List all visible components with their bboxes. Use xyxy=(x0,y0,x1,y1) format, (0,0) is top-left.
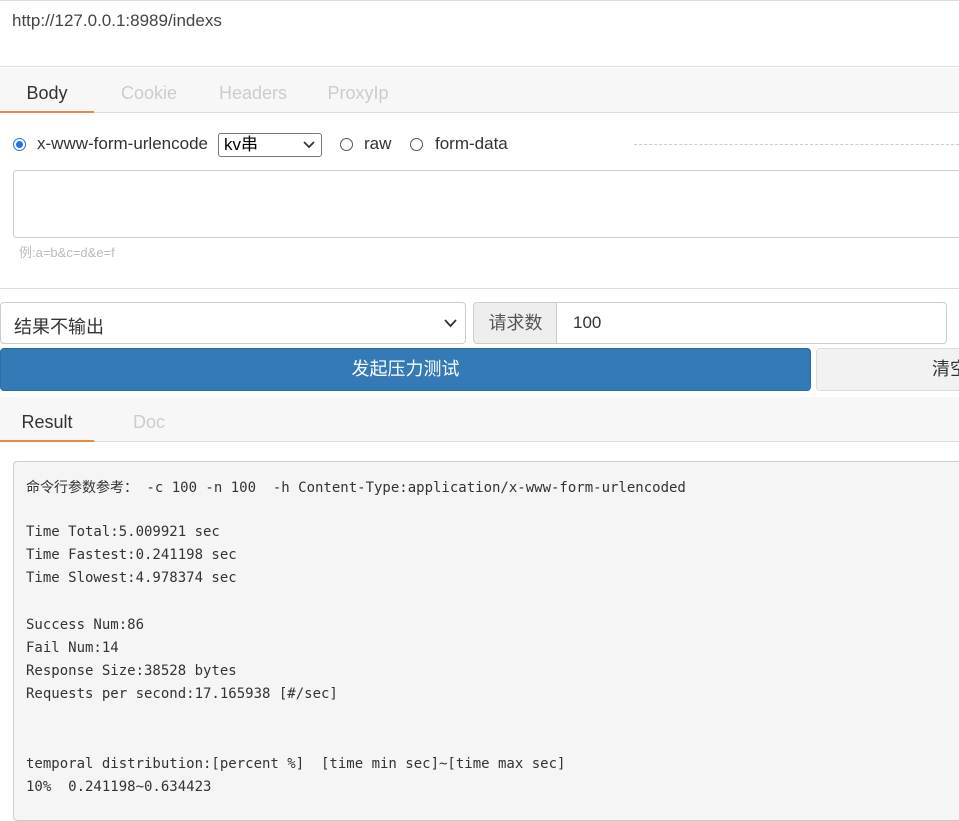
tab-proxyip[interactable]: ProxyIp xyxy=(313,68,403,113)
format-select[interactable]: kv串 xyxy=(218,133,322,157)
radio-raw[interactable] xyxy=(340,138,353,151)
tab-cookie[interactable]: Cookie xyxy=(105,68,193,113)
clear-button[interactable]: 清空 xyxy=(816,348,959,391)
tab-headers[interactable]: Headers xyxy=(208,68,298,113)
output-line: Response Size:38528 bytes xyxy=(26,663,237,679)
request-count-input[interactable]: 100 xyxy=(556,302,947,344)
radio-urlencode[interactable] xyxy=(13,138,26,151)
output-line: Time Fastest:0.241198 sec xyxy=(26,547,237,563)
chevron-down-icon xyxy=(303,134,315,164)
output-line: Requests per second:17.165938 [#/sec] xyxy=(26,686,338,702)
output-line: temporal distribution:[percent %] [time … xyxy=(26,756,566,772)
radio-urlencode-label[interactable]: x-www-form-urlencode xyxy=(37,134,208,154)
result-tabs: Result Doc xyxy=(0,397,959,442)
tab-body[interactable]: Body xyxy=(0,68,94,113)
request-count-label: 请求数 xyxy=(473,302,557,344)
tab-result[interactable]: Result xyxy=(0,397,94,442)
body-input-hint: 例:a=b&c=d&e=f xyxy=(19,245,115,260)
output-mode-value: 结果不输出 xyxy=(14,317,104,337)
body-type-options: x-www-form-urlencode kv串 raw form-data xyxy=(0,130,959,160)
divider xyxy=(634,144,959,145)
url-bar[interactable]: http://127.0.0.1:8989/indexs xyxy=(0,0,959,67)
output-line: Time Slowest:4.978374 sec xyxy=(26,570,237,586)
radio-raw-label[interactable]: raw xyxy=(364,134,391,154)
output-mode-select[interactable]: 结果不输出 xyxy=(0,302,466,344)
request-tabs: Body Cookie Headers ProxyIp xyxy=(0,68,959,113)
output-line: Success Num:86 xyxy=(26,617,145,633)
tab-doc[interactable]: Doc xyxy=(105,397,193,442)
output-line: 命令行参数参考： -c 100 -n 100 -h Content-Type:a… xyxy=(26,480,686,496)
section-divider xyxy=(0,288,959,289)
output-line: Fail Num:14 xyxy=(26,640,119,656)
url-text: http://127.0.0.1:8989/indexs xyxy=(12,11,222,30)
radio-form-data[interactable] xyxy=(410,138,423,151)
start-stress-test-button[interactable]: 发起压力测试 xyxy=(0,348,811,391)
result-output[interactable]: 命令行参数参考： -c 100 -n 100 -h Content-Type:a… xyxy=(13,461,959,821)
radio-form-data-label[interactable]: form-data xyxy=(435,134,508,154)
format-select-value: kv串 xyxy=(224,135,258,154)
body-input[interactable] xyxy=(13,170,959,238)
output-line: Time Total:5.009921 sec xyxy=(26,524,220,540)
chevron-down-icon xyxy=(444,314,457,337)
output-line: 10% 0.241198~0.634423 xyxy=(26,779,212,795)
